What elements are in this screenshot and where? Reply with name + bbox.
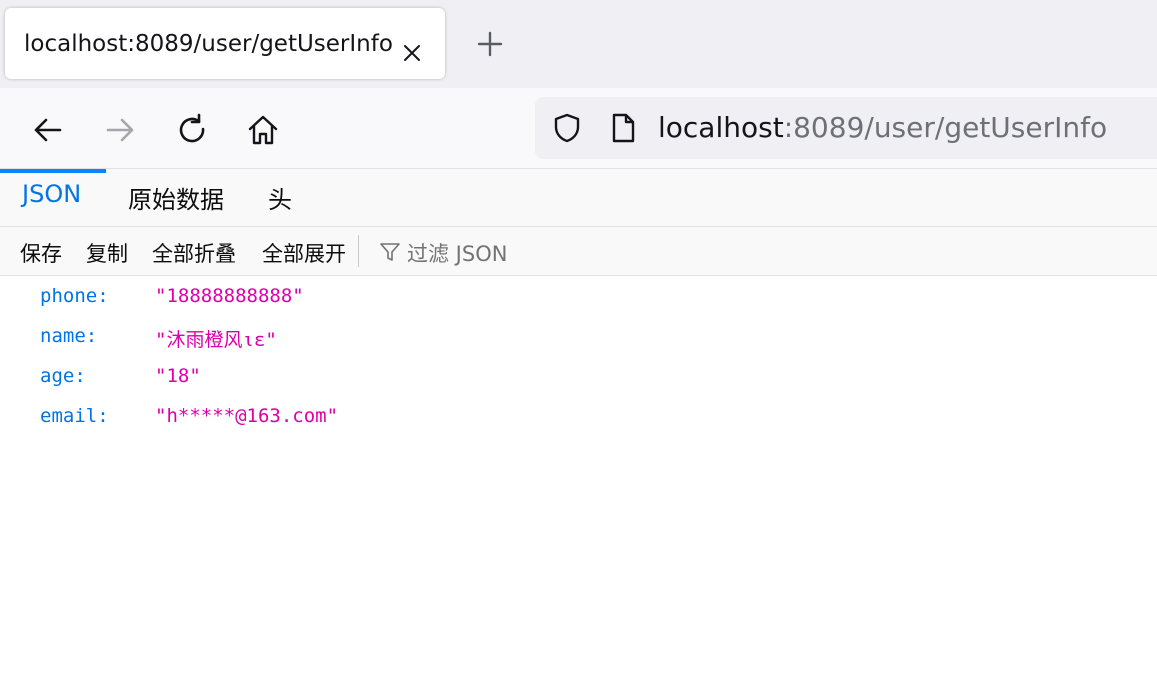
collapse-all-button[interactable]: 全部折叠 (152, 238, 236, 268)
tab-title: localhost:8089/user/getUserInfo (24, 31, 393, 57)
url-host: localhost (658, 111, 784, 144)
page-icon[interactable] (607, 112, 639, 144)
json-value: "沐雨橙风ιε" (155, 329, 277, 351)
json-key: name: (40, 325, 98, 347)
tab-headers[interactable]: 头 (268, 180, 292, 215)
json-row-age[interactable]: age: "18" (0, 357, 1157, 397)
json-row-email[interactable]: email: "h*****@163.com" (0, 397, 1157, 437)
expand-all-button[interactable]: 全部展开 (262, 238, 346, 268)
navigation-toolbar: localhost:8089/user/getUserInfo (0, 88, 1157, 169)
plus-icon[interactable] (474, 28, 506, 60)
url-path: :8089/user/getUserInfo (783, 111, 1108, 144)
json-key: phone: (40, 285, 109, 307)
active-tab-indicator (0, 169, 106, 173)
home-icon[interactable] (245, 112, 281, 148)
json-value: "18" (155, 365, 201, 387)
funnel-icon (380, 243, 400, 261)
reload-icon[interactable] (174, 112, 210, 148)
json-value: "18888888888" (155, 285, 304, 307)
shield-icon[interactable] (551, 112, 583, 144)
json-row-name[interactable]: name: "沐雨橙风ιε" (0, 317, 1157, 357)
json-row-phone[interactable]: phone: "18888888888" (0, 277, 1157, 317)
viewer-tabs: JSON 原始数据 头 (0, 169, 1157, 227)
url-text[interactable]: localhost:8089/user/getUserInfo (658, 111, 1107, 144)
toolbar-divider (358, 235, 359, 267)
json-toolbar: 保存 复制 全部折叠 全部展开 过滤 JSON (0, 227, 1157, 276)
arrow-right-icon[interactable] (102, 112, 138, 148)
json-key: email: (40, 405, 109, 427)
url-bar[interactable]: localhost:8089/user/getUserInfo (535, 97, 1157, 159)
close-icon[interactable] (400, 41, 424, 65)
copy-button[interactable]: 复制 (86, 238, 128, 268)
save-button[interactable]: 保存 (20, 238, 62, 268)
tab-json[interactable]: JSON (22, 180, 81, 208)
json-key: age: (40, 365, 86, 387)
json-value: "h*****@163.com" (155, 405, 339, 427)
arrow-left-icon[interactable] (30, 112, 66, 148)
browser-tab[interactable]: localhost:8089/user/getUserInfo (5, 8, 445, 79)
tab-raw-data[interactable]: 原始数据 (128, 180, 224, 215)
filter-json-input[interactable]: 过滤 JSON (407, 238, 507, 268)
tab-strip: localhost:8089/user/getUserInfo (0, 0, 1157, 88)
